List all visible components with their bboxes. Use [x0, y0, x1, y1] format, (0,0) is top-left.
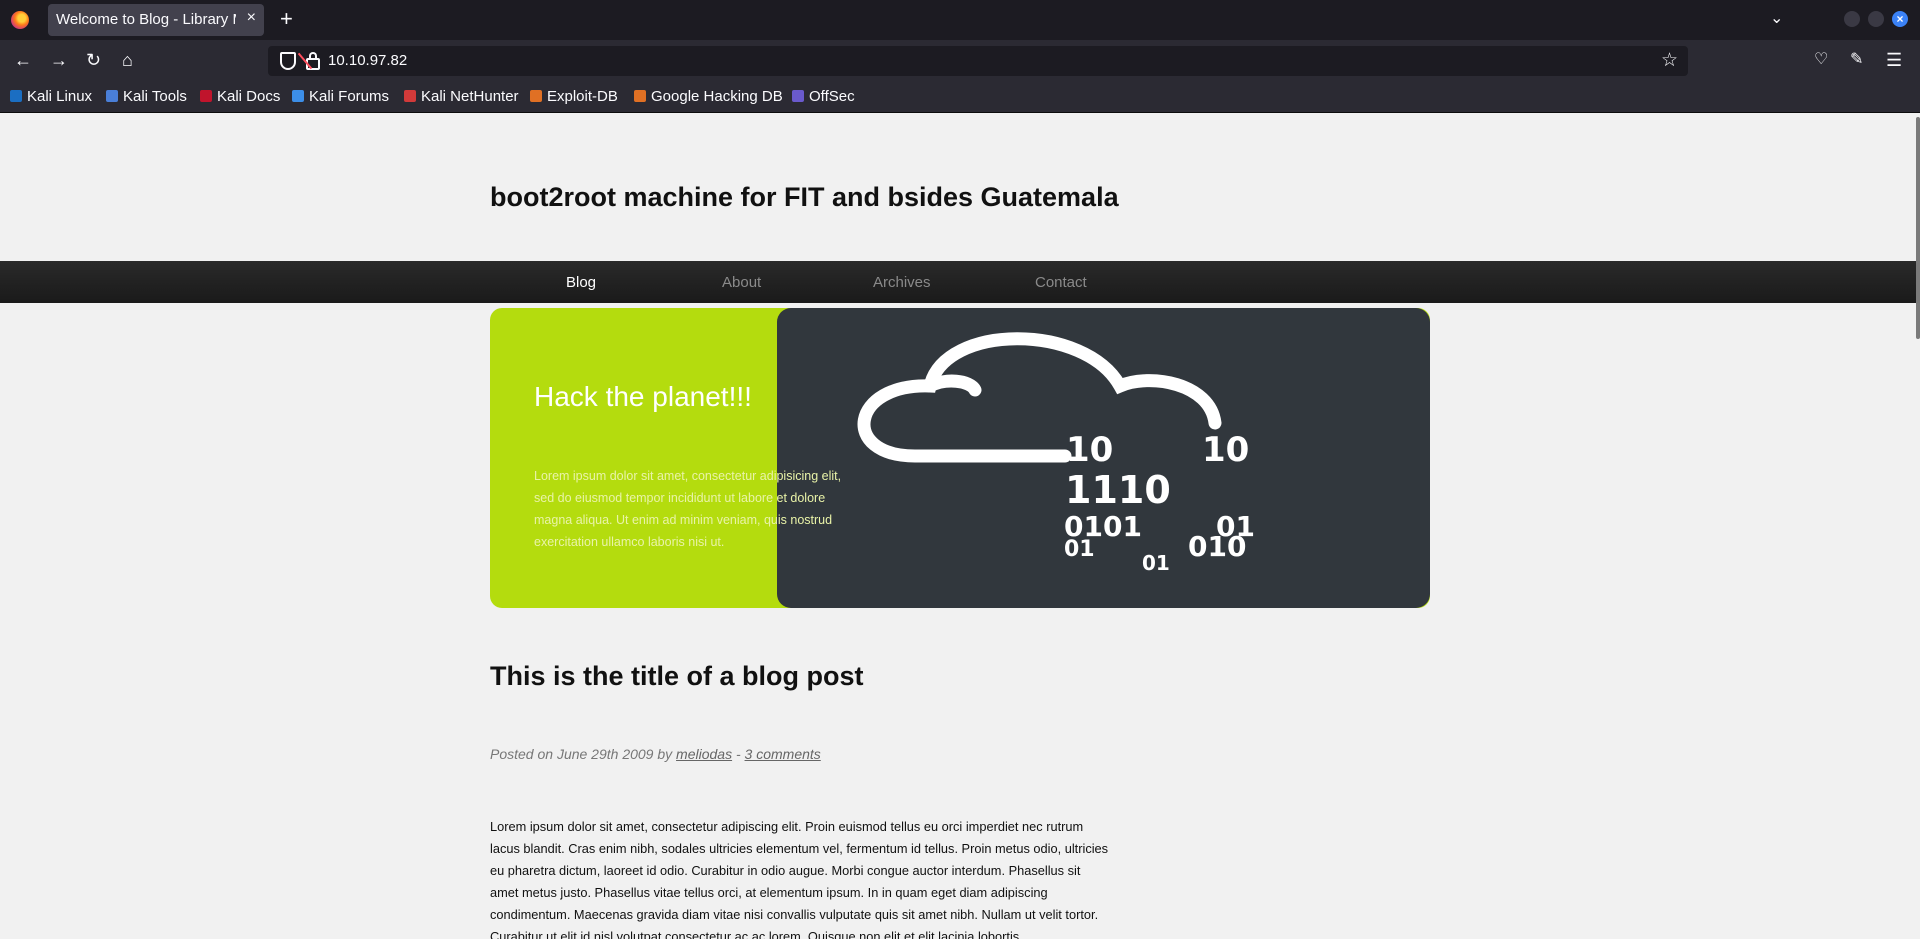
site-menu: Blog About Archives Contact — [0, 261, 1916, 303]
hero-banner: 10 10 1110 0101 01 01 010 01 Hack the planet!!!… — [490, 308, 1430, 608]
navigation-toolbar: ← → ↻ ⌂ 10.10.97.82 ☆ ♡ ✎ ☰ — [0, 40, 1920, 82]
menu-item-about[interactable]: About — [722, 274, 761, 291]
firefox-logo-icon[interactable] — [11, 11, 29, 29]
list-all-tabs-icon[interactable]: ⌄ — [1770, 8, 1783, 28]
page-viewport: boot2root machine for FIT and bsides Gua… — [0, 113, 1920, 939]
new-tab-button[interactable]: + — [280, 6, 293, 32]
post-meta: Posted on June 29th 2009 by meliodas - 3… — [490, 746, 821, 762]
app-menu-icon[interactable]: ☰ — [1886, 50, 1902, 70]
binary-digits-text: 10 — [1202, 430, 1249, 470]
post-meta-date: Posted on June 29th 2009 by — [490, 746, 677, 762]
post-meta-separator: - — [732, 746, 745, 762]
bookmark-favicon-icon — [530, 90, 542, 102]
tracking-protection-shield-icon[interactable] — [280, 52, 296, 70]
bookmarks-toolbar: Kali Linux Kali Tools Kali Docs Kali Forums… — [0, 82, 1920, 113]
bookmark-kali-nethunter[interactable]: Kali NetHunter — [404, 86, 519, 108]
bookmark-kali-docs[interactable]: Kali Docs — [200, 86, 280, 108]
maximize-window-button[interactable] — [1868, 11, 1884, 27]
minimize-window-button[interactable] — [1844, 11, 1860, 27]
bookmark-favicon-icon — [292, 90, 304, 102]
page-scrollbar[interactable] — [1916, 113, 1920, 939]
site-title: boot2root machine for FIT and bsides Gua… — [490, 182, 1119, 212]
bookmark-label: Google Hacking DB — [651, 88, 783, 105]
back-arrow-icon[interactable]: ← — [14, 50, 32, 70]
bookmark-exploit-db[interactable]: Exploit-DB — [530, 86, 618, 108]
binary-digits-text: 01 — [1142, 551, 1170, 575]
bookmark-label: Kali NetHunter — [421, 88, 519, 105]
bookmark-offsec[interactable]: OffSec — [792, 86, 855, 108]
binary-digits-text: 010 — [1188, 530, 1246, 563]
home-icon[interactable]: ⌂ — [122, 50, 133, 70]
bookmark-label: Kali Forums — [309, 88, 390, 105]
bookmark-kali-forums[interactable]: Kali Forums — [292, 86, 389, 108]
bookmark-kali-linux[interactable]: Kali Linux — [10, 86, 92, 108]
bookmark-google-hacking-db[interactable]: Google Hacking DB — [634, 86, 783, 108]
post-comments-link[interactable]: 3 comments — [745, 746, 821, 762]
bookmark-label: OffSec — [809, 88, 855, 105]
banner-heading: Hack the planet!!! — [534, 381, 752, 412]
reload-icon[interactable]: ↻ — [86, 50, 101, 70]
close-window-button[interactable]: × — [1892, 11, 1908, 27]
tab-active[interactable]: Welcome to Blog - Library M × — [48, 4, 264, 36]
bookmark-favicon-icon — [106, 90, 118, 102]
url-text[interactable]: 10.10.97.82 — [328, 52, 407, 69]
post-author-link[interactable]: meliodas — [676, 746, 732, 762]
post-title[interactable]: This is the title of a blog post — [490, 661, 864, 692]
banner-text: Lorem ipsum dolor sit amet, consectetur … — [534, 469, 842, 549]
scrollbar-thumb[interactable] — [1916, 117, 1920, 339]
extensions-icon[interactable]: ✎ — [1850, 50, 1863, 70]
pocket-icon[interactable]: ♡ — [1814, 50, 1828, 70]
bookmark-favicon-icon — [404, 90, 416, 102]
binary-digits-text: 10 — [1066, 430, 1113, 470]
menu-item-blog[interactable]: Blog — [566, 274, 596, 291]
bookmark-favicon-icon — [792, 90, 804, 102]
forward-arrow-icon[interactable]: → — [50, 50, 68, 70]
post-body: Lorem ipsum dolor sit amet, consectetur … — [490, 818, 1109, 939]
menu-item-contact[interactable]: Contact — [1035, 274, 1087, 291]
cloud-binary-icon: 10 1011100101 0101 01001 — [857, 332, 1255, 575]
close-tab-icon[interactable]: × — [247, 9, 256, 27]
bookmark-favicon-icon — [10, 90, 22, 102]
bookmark-label: Kali Tools — [123, 88, 187, 105]
bookmark-kali-tools[interactable]: Kali Tools — [106, 86, 187, 108]
tab-title: Welcome to Blog - Library M — [56, 11, 236, 28]
bookmark-favicon-icon — [200, 90, 212, 102]
tab-bar: Welcome to Blog - Library M × + ⌄ × — [0, 0, 1920, 40]
bookmark-label: Kali Linux — [27, 88, 93, 105]
binary-digits-text: 1110 — [1065, 468, 1171, 512]
address-bar[interactable]: 10.10.97.82 ☆ — [268, 46, 1688, 76]
bookmark-star-icon[interactable]: ☆ — [1661, 49, 1678, 72]
bookmark-label: Exploit-DB — [547, 88, 618, 105]
bookmark-favicon-icon — [634, 90, 646, 102]
menu-item-archives[interactable]: Archives — [873, 274, 931, 291]
binary-digits-text: 01 — [1064, 537, 1095, 562]
bookmark-label: Kali Docs — [217, 88, 281, 105]
